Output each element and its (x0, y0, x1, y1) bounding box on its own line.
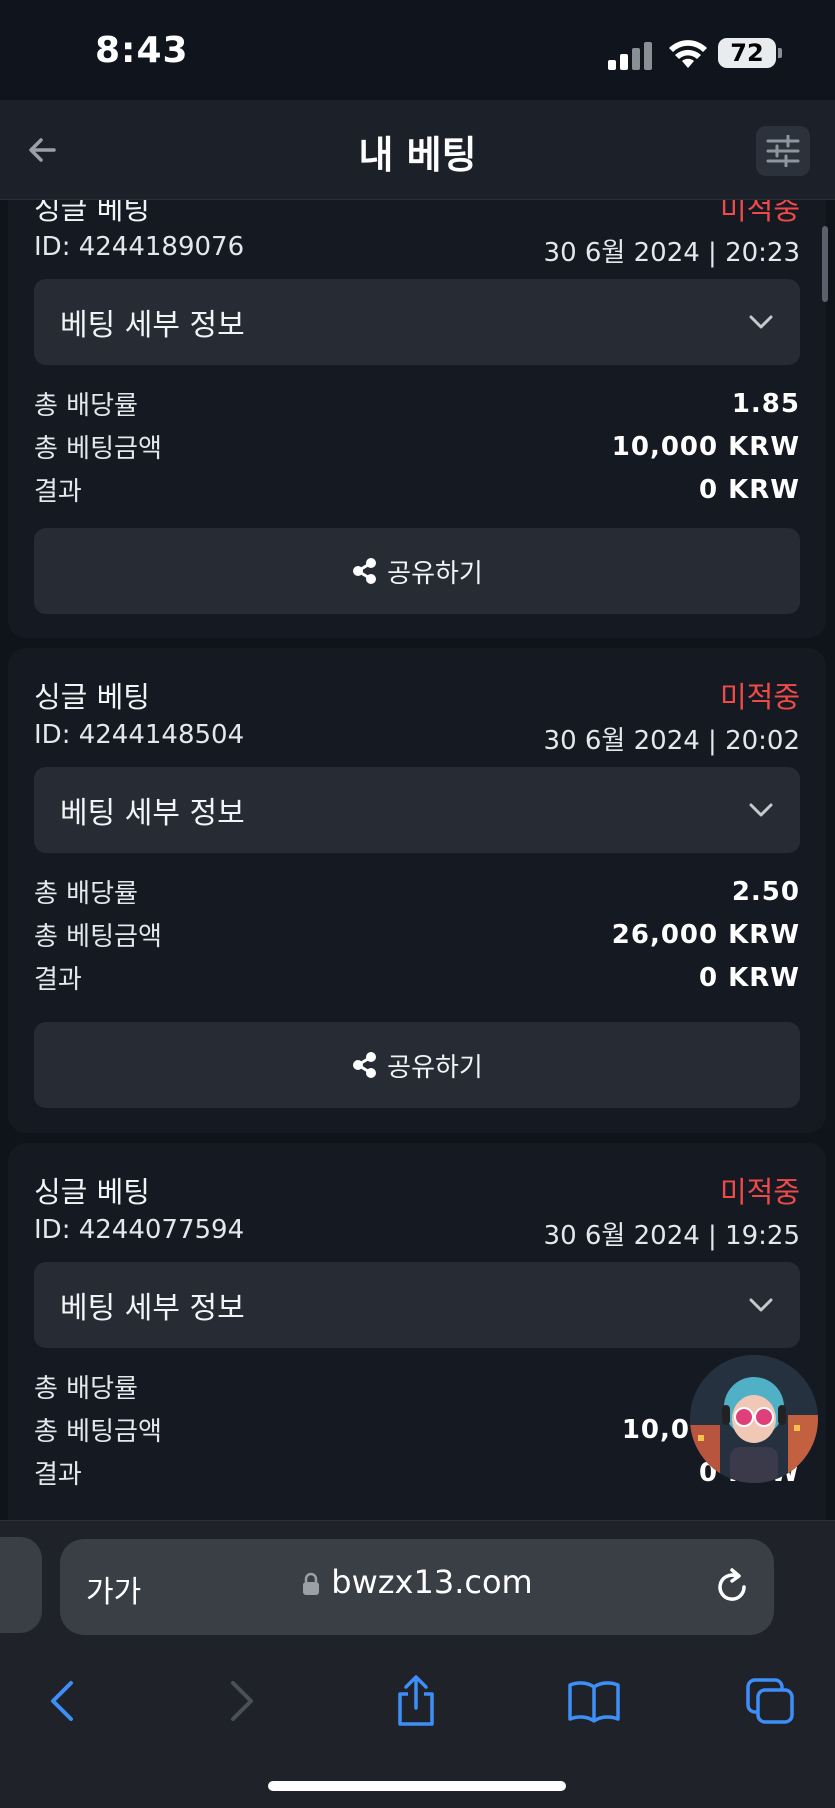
share-button[interactable]: 공유하기 (34, 528, 800, 614)
bet-type: 싱글 베팅 (34, 1175, 150, 1209)
bet-stats: 총 배당률 총 베팅금액 10,0 결과 0 KRW (34, 1365, 800, 1494)
stat-value: 0 KRW (699, 474, 800, 505)
bet-details-toggle[interactable]: 베팅 세부 정보 (34, 279, 800, 365)
bet-card: 싱글 베팅 미적중 ID: 4244148504 30 6월 2024 | 20… (8, 648, 826, 1133)
chevron-left-icon (51, 1681, 73, 1721)
stat-value: 2.50 (731, 876, 800, 907)
address-bar[interactable]: 가가 bwzx13.com (60, 1539, 774, 1635)
url-text: bwzx13.com (331, 1563, 533, 1601)
chevron-down-icon (749, 803, 773, 817)
bet-details-label: 베팅 세부 정보 (60, 308, 245, 343)
stat-row-stake: 총 베팅금액 26,000 KRW (34, 913, 800, 956)
floating-chat-avatar[interactable] (690, 1355, 818, 1483)
bet-list[interactable]: 싱글 베팅 미적중 ID: 4244189076 30 6월 2024 | 20… (0, 200, 835, 1520)
stat-value: 0 KRW (699, 962, 800, 993)
cellular-signal-icon (608, 40, 654, 70)
share-label: 공유하기 (387, 1052, 483, 1083)
sliders-icon (766, 135, 800, 167)
back-nav-button[interactable] (32, 1671, 92, 1731)
bet-status: 미적중 (719, 200, 800, 226)
bet-card-head: 싱글 베팅 미적중 (34, 1169, 800, 1211)
app-header: 내 베팅 (0, 100, 835, 200)
stat-row-result: 결과 0 KRW (34, 1451, 800, 1494)
stat-label: 총 베팅금액 (34, 922, 162, 952)
bet-type: 싱글 베팅 (34, 200, 150, 226)
bet-meta: ID: 4244148504 30 6월 2024 | 20:02 (34, 720, 800, 757)
bet-meta: ID: 4244189076 30 6월 2024 | 20:23 (34, 232, 800, 269)
filter-button[interactable] (756, 126, 810, 176)
battery-icon: 72 (718, 38, 776, 68)
stat-row-stake: 총 베팅금액 10,0 (34, 1408, 800, 1451)
bet-datetime: 30 6월 2024 | 19:25 (543, 1221, 800, 1251)
bet-details-toggle[interactable]: 베팅 세부 정보 (34, 1262, 800, 1348)
browser-bottom-bar: 가가 bwzx13.com (0, 1520, 835, 1808)
lock-icon (303, 1572, 320, 1595)
reload-icon[interactable] (710, 1565, 754, 1609)
stat-label: 총 베팅금액 (34, 434, 162, 464)
browser-toolbar (0, 1661, 835, 1741)
stat-label: 총 배당률 (34, 391, 138, 421)
bet-status: 미적중 (719, 680, 800, 714)
stat-row-odds: 총 배당률 (34, 1365, 800, 1408)
avatar-illustration (690, 1355, 818, 1483)
bet-datetime: 30 6월 2024 | 20:02 (543, 726, 800, 756)
bet-stats: 총 배당률 2.50 총 베팅금액 26,000 KRW 결과 0 KRW (34, 870, 800, 999)
bookmarks-button[interactable] (564, 1671, 624, 1731)
url-display: bwzx13.com (60, 1563, 774, 1601)
tabs-button[interactable] (740, 1671, 800, 1731)
bet-card: 싱글 베팅 미적중 ID: 4244189076 30 6월 2024 | 20… (8, 200, 826, 638)
bet-meta: ID: 4244077594 30 6월 2024 | 19:25 (34, 1215, 800, 1252)
stat-row-result: 결과 0 KRW (34, 956, 800, 999)
stat-row-odds: 총 배당률 1.85 (34, 382, 800, 425)
scrollbar[interactable] (822, 226, 828, 302)
stat-label: 총 배당률 (34, 1374, 138, 1404)
stat-label: 결과 (34, 965, 82, 995)
stat-row-stake: 총 베팅금액 10,000 KRW (34, 425, 800, 468)
share-page-button[interactable] (386, 1671, 446, 1731)
bet-id: ID: 4244189076 (34, 232, 245, 262)
share-button[interactable]: 공유하기 (34, 1022, 800, 1108)
bet-details-label: 베팅 세부 정보 (60, 1291, 245, 1326)
share-upload-icon (398, 1675, 434, 1726)
home-indicator[interactable] (268, 1781, 566, 1791)
stat-value: 26,000 KRW (611, 919, 800, 950)
bet-status: 미적중 (719, 1175, 800, 1209)
stat-value: 10,000 KRW (611, 431, 800, 462)
stat-label: 결과 (34, 1460, 82, 1490)
stat-label: 총 베팅금액 (34, 1417, 162, 1447)
bet-details-label: 베팅 세부 정보 (60, 796, 245, 831)
stat-label: 결과 (34, 477, 82, 507)
chevron-right-icon (231, 1681, 253, 1721)
tabs-icon (746, 1678, 794, 1724)
screen: 8:43 72 내 베팅 싱글 베팅 미적중 ID: 4244189076 30… (0, 0, 835, 1808)
chevron-down-icon (749, 1298, 773, 1312)
status-bar: 8:43 72 (0, 0, 835, 100)
stat-value: 1.85 (731, 388, 800, 419)
share-label: 공유하기 (387, 558, 483, 589)
forward-nav-button[interactable] (212, 1671, 272, 1731)
chevron-down-icon (749, 315, 773, 329)
page-title: 내 베팅 (358, 133, 477, 177)
bet-card-head: 싱글 베팅 미적중 (34, 674, 800, 716)
battery-tip (778, 48, 782, 58)
stat-row-odds: 총 배당률 2.50 (34, 870, 800, 913)
stat-row-result: 결과 0 KRW (34, 468, 800, 511)
previous-tab-peek[interactable] (0, 1537, 42, 1633)
bet-details-toggle[interactable]: 베팅 세부 정보 (34, 767, 800, 853)
bet-card-head: 싱글 베팅 미적중 (34, 200, 800, 228)
stat-label: 총 배당률 (34, 879, 138, 909)
share-icon (353, 558, 377, 584)
bet-id: ID: 4244077594 (34, 1215, 245, 1245)
book-icon (568, 1681, 620, 1723)
bet-id: ID: 4244148504 (34, 720, 245, 750)
bet-type: 싱글 베팅 (34, 680, 150, 714)
bet-card: 싱글 베팅 미적중 ID: 4244077594 30 6월 2024 | 19… (8, 1143, 826, 1520)
status-time: 8:43 (95, 30, 189, 71)
stat-value: 10,0 (621, 1414, 690, 1445)
wifi-icon (669, 40, 707, 68)
bet-datetime: 30 6월 2024 | 20:23 (543, 238, 800, 268)
bet-stats: 총 배당률 1.85 총 베팅금액 10,000 KRW 결과 0 KRW (34, 382, 800, 511)
share-icon (353, 1052, 377, 1078)
